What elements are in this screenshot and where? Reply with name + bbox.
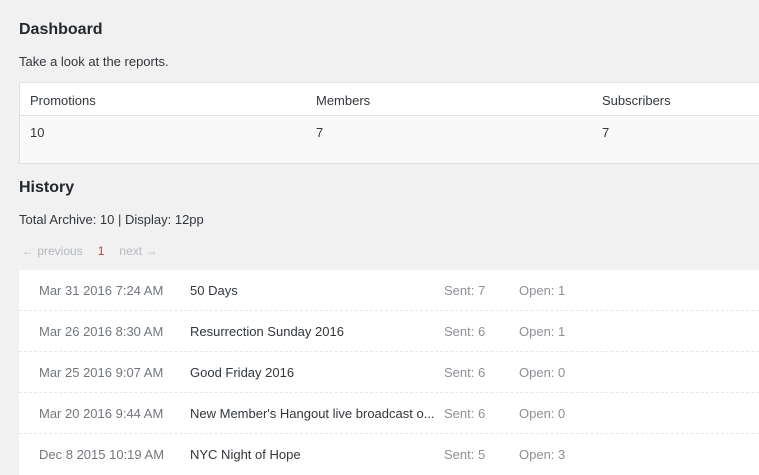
history-list: Mar 31 2016 7:24 AM 50 Days Sent: 7 Open… — [19, 270, 759, 475]
history-row[interactable]: Mar 25 2016 9:07 AM Good Friday 2016 Sen… — [19, 352, 759, 393]
history-open-count: Open: 3 — [519, 447, 566, 462]
pagination-current-page[interactable]: 1 — [98, 244, 105, 258]
history-title-link[interactable]: 50 Days — [190, 283, 440, 298]
history-title-link[interactable]: Resurrection Sunday 2016 — [190, 324, 440, 339]
history-total: Total Archive: 10 | Display: 12pp — [19, 212, 204, 227]
history-date: Mar 26 2016 8:30 AM — [39, 324, 164, 339]
history-sent-count: Sent: 6 — [444, 406, 486, 421]
history-date: Mar 31 2016 7:24 AM — [39, 283, 164, 298]
stats-header-subscribers: Subscribers — [602, 93, 671, 108]
history-sent-count: Sent: 7 — [444, 283, 486, 298]
pagination-next[interactable]: next → — [119, 244, 157, 258]
history-open-count: Open: 0 — [519, 406, 566, 421]
history-open-count: Open: 0 — [519, 365, 566, 380]
stats-value-promotions: 10 — [30, 125, 45, 140]
history-open-count: Open: 1 — [519, 283, 566, 298]
history-row[interactable]: Mar 31 2016 7:24 AM 50 Days Sent: 7 Open… — [19, 270, 759, 311]
history-row[interactable]: Mar 20 2016 9:44 AM New Member's Hangout… — [19, 393, 759, 434]
history-sent-count: Sent: 6 — [444, 365, 486, 380]
pagination-previous[interactable]: ← previous — [22, 244, 83, 258]
dashboard-title: Dashboard — [19, 21, 103, 38]
history-title: History — [19, 179, 75, 196]
stats-value-members: 7 — [316, 125, 324, 140]
stats-table: Promotions Members Subscribers 10 7 7 — [19, 82, 759, 164]
history-date: Dec 8 2015 10:19 AM — [39, 447, 165, 462]
stats-header-members: Members — [316, 93, 371, 108]
history-date: Mar 25 2016 9:07 AM — [39, 365, 164, 380]
stats-header-promotions: Promotions — [30, 93, 96, 108]
history-title-link[interactable]: Good Friday 2016 — [190, 365, 440, 380]
history-row[interactable]: Mar 26 2016 8:30 AM Resurrection Sunday … — [19, 311, 759, 352]
history-title-link[interactable]: New Member's Hangout live broadcast o... — [190, 406, 440, 421]
stats-value-subscribers: 7 — [602, 125, 610, 140]
history-title-link[interactable]: NYC Night of Hope — [190, 447, 440, 462]
history-open-count: Open: 1 — [519, 324, 566, 339]
dashboard-description: Take a look at the reports. — [19, 54, 169, 69]
history-date: Mar 20 2016 9:44 AM — [39, 406, 164, 421]
history-sent-count: Sent: 5 — [444, 447, 486, 462]
history-sent-count: Sent: 6 — [444, 324, 486, 339]
pagination: ← previous 1 next → — [22, 244, 157, 258]
